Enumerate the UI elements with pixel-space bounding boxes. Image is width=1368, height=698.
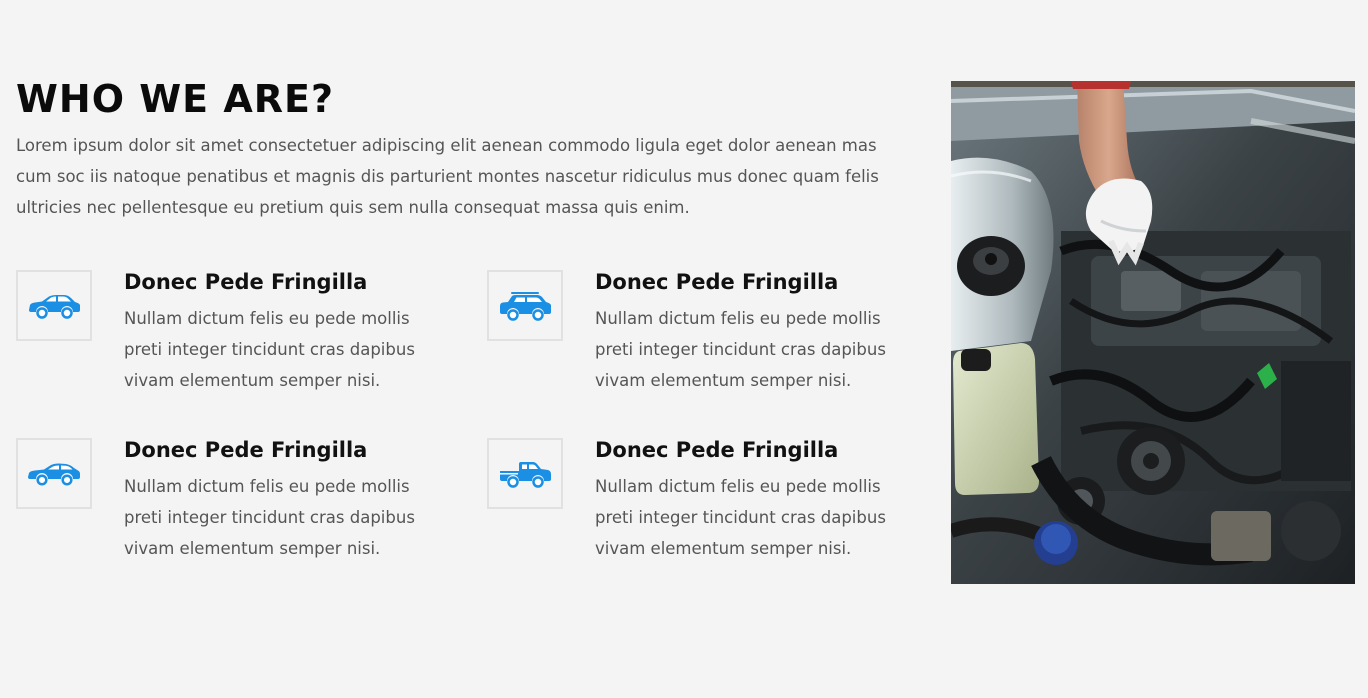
feature-title: Donec Pede Fringilla <box>595 438 839 462</box>
feature-text: Nullam dictum felis eu pede mollis preti… <box>595 477 886 558</box>
feature-title: Donec Pede Fringilla <box>124 438 368 462</box>
section-title: WHO WE ARE? <box>16 77 335 121</box>
feature-item: Donec Pede Fringilla Nullam dictum felis… <box>487 270 927 400</box>
about-section: WHO WE ARE? Lorem ipsum dolor sit amet c… <box>0 0 1368 698</box>
feature-item: Donec Pede Fringilla Nullam dictum felis… <box>487 438 927 568</box>
mechanic-engine-image <box>951 81 1355 584</box>
feature-icon-box <box>487 438 563 509</box>
feature-icon-box <box>487 270 563 341</box>
feature-title: Donec Pede Fringilla <box>124 270 368 294</box>
feature-text: Nullam dictum felis eu pede mollis preti… <box>595 309 886 390</box>
engine-photo <box>951 81 1355 584</box>
pickup-truck-icon <box>500 461 551 488</box>
feature-icon-box <box>16 438 92 509</box>
feature-icon-box <box>16 270 92 341</box>
suv-car-icon <box>500 291 551 321</box>
feature-item: Donec Pede Fringilla Nullam dictum felis… <box>16 270 456 400</box>
feature-text: Nullam dictum felis eu pede mollis preti… <box>124 477 415 558</box>
feature-text: Nullam dictum felis eu pede mollis preti… <box>124 309 415 390</box>
sedan-car-icon <box>29 294 80 319</box>
intro-paragraph: Lorem ipsum dolor sit amet consectetuer … <box>16 136 879 217</box>
sports-car-icon <box>28 463 80 486</box>
feature-item: Donec Pede Fringilla Nullam dictum felis… <box>16 438 456 568</box>
feature-title: Donec Pede Fringilla <box>595 270 839 294</box>
